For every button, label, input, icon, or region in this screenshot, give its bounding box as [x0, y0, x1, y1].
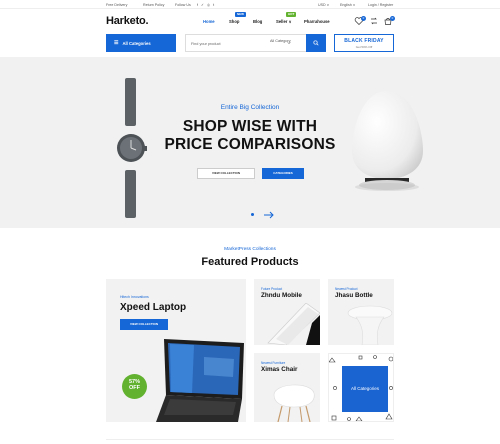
footer-divider [106, 439, 394, 444]
social-icons[interactable]: f ✓ ◎ t [197, 3, 215, 7]
nav-shop-badge: NEW [235, 12, 246, 17]
black-friday-promo[interactable]: BLACK FRIDAY Get 50% Off [334, 34, 394, 52]
laptop-view-collection-button[interactable]: VIEW COLLECTION [120, 319, 168, 330]
featured-title: Featured Products [201, 256, 299, 268]
chevron-down-icon [287, 42, 291, 45]
chair-image [273, 384, 315, 422]
promo-title: BLACK FRIDAY [344, 38, 384, 44]
language-select[interactable]: English ∨ [340, 3, 355, 7]
mobile-image [267, 303, 320, 345]
search-icon [313, 40, 319, 46]
arrow-right-icon[interactable] [263, 211, 275, 219]
mobile-category: Future Product [261, 287, 283, 291]
menu-icon: ☰ [114, 40, 119, 46]
nav-pharrahouse[interactable]: Pharrahouse [304, 19, 330, 24]
cart-count: 0 [390, 16, 395, 21]
all-categories-card[interactable]: All Categories [328, 353, 394, 422]
search-button[interactable] [306, 34, 326, 52]
chair-category: Newest Furniture [261, 361, 286, 365]
nav-blog[interactable]: Blog [253, 19, 262, 24]
bottle-card[interactable]: Newest Product Jhasu Bottle [328, 279, 394, 345]
nav-seller[interactable]: Seller ∨ [276, 19, 292, 24]
laptop-image [156, 339, 244, 422]
discount-badge: 57% OFF [122, 374, 147, 399]
nav-seller-badge: HOT [286, 12, 297, 17]
all-categories-label: All Categories [122, 40, 151, 46]
bottle-category: Newest Product [335, 287, 358, 291]
mobile-name: Zhndu Mobile [261, 292, 302, 299]
chair-name: Ximas Chair [261, 366, 298, 373]
wishlist-count: 0 [361, 16, 366, 21]
all-categories-tile[interactable]: All Categories [342, 366, 388, 412]
free-delivery-link[interactable]: Free Delivery [106, 3, 127, 7]
site-logo[interactable]: Harketo. [106, 15, 149, 27]
laptop-name: Xpeed Laptop [120, 302, 187, 313]
promo-subtitle: Get 50% Off [355, 45, 373, 49]
hero-title-line2: PRICE COMPARISONS [164, 136, 336, 153]
search-bar [185, 34, 325, 52]
currency-select[interactable]: USD ∨ [318, 3, 329, 7]
return-policy-link[interactable]: Return Policy [143, 3, 164, 7]
discount-label: OFF [129, 384, 140, 391]
chair-card[interactable]: Newest Furniture Ximas Chair [254, 353, 320, 422]
hero-title: SHOP WISE WITH PRICE COMPARISONS [0, 118, 500, 154]
bottle-image [347, 305, 393, 345]
follow-us-label: Follow Us [175, 2, 191, 7]
hero-subtitle: Entire Big Collection [220, 104, 280, 111]
nav-shop[interactable]: Shop [229, 19, 239, 24]
slider-dot-active[interactable] [251, 213, 254, 216]
login-register-link[interactable]: Login / Register [368, 3, 393, 7]
view-collection-button[interactable]: VIEW COLLECTION [197, 168, 255, 179]
featured-subtitle: MarketPress Collections [224, 247, 276, 252]
search-input[interactable] [191, 40, 266, 48]
mobile-card[interactable]: Future Product Zhndu Mobile [254, 279, 320, 345]
laptop-category: Hitech Innovations [120, 295, 149, 299]
hero-title-line1: SHOP WISE WITH [182, 118, 318, 135]
categories-button[interactable]: CATEGORIES [262, 168, 304, 179]
bottle-name: Jhasu Bottle [335, 292, 373, 299]
nav-home[interactable]: Home [203, 19, 215, 24]
all-categories-button[interactable]: ☰ All Categories [106, 34, 176, 52]
compare-icon[interactable] [369, 16, 379, 26]
top-bar: Free Delivery Return Policy Follow Us f … [0, 0, 500, 9]
laptop-card[interactable]: Hitech Innovations Xpeed Laptop VIEW COL… [106, 279, 246, 422]
